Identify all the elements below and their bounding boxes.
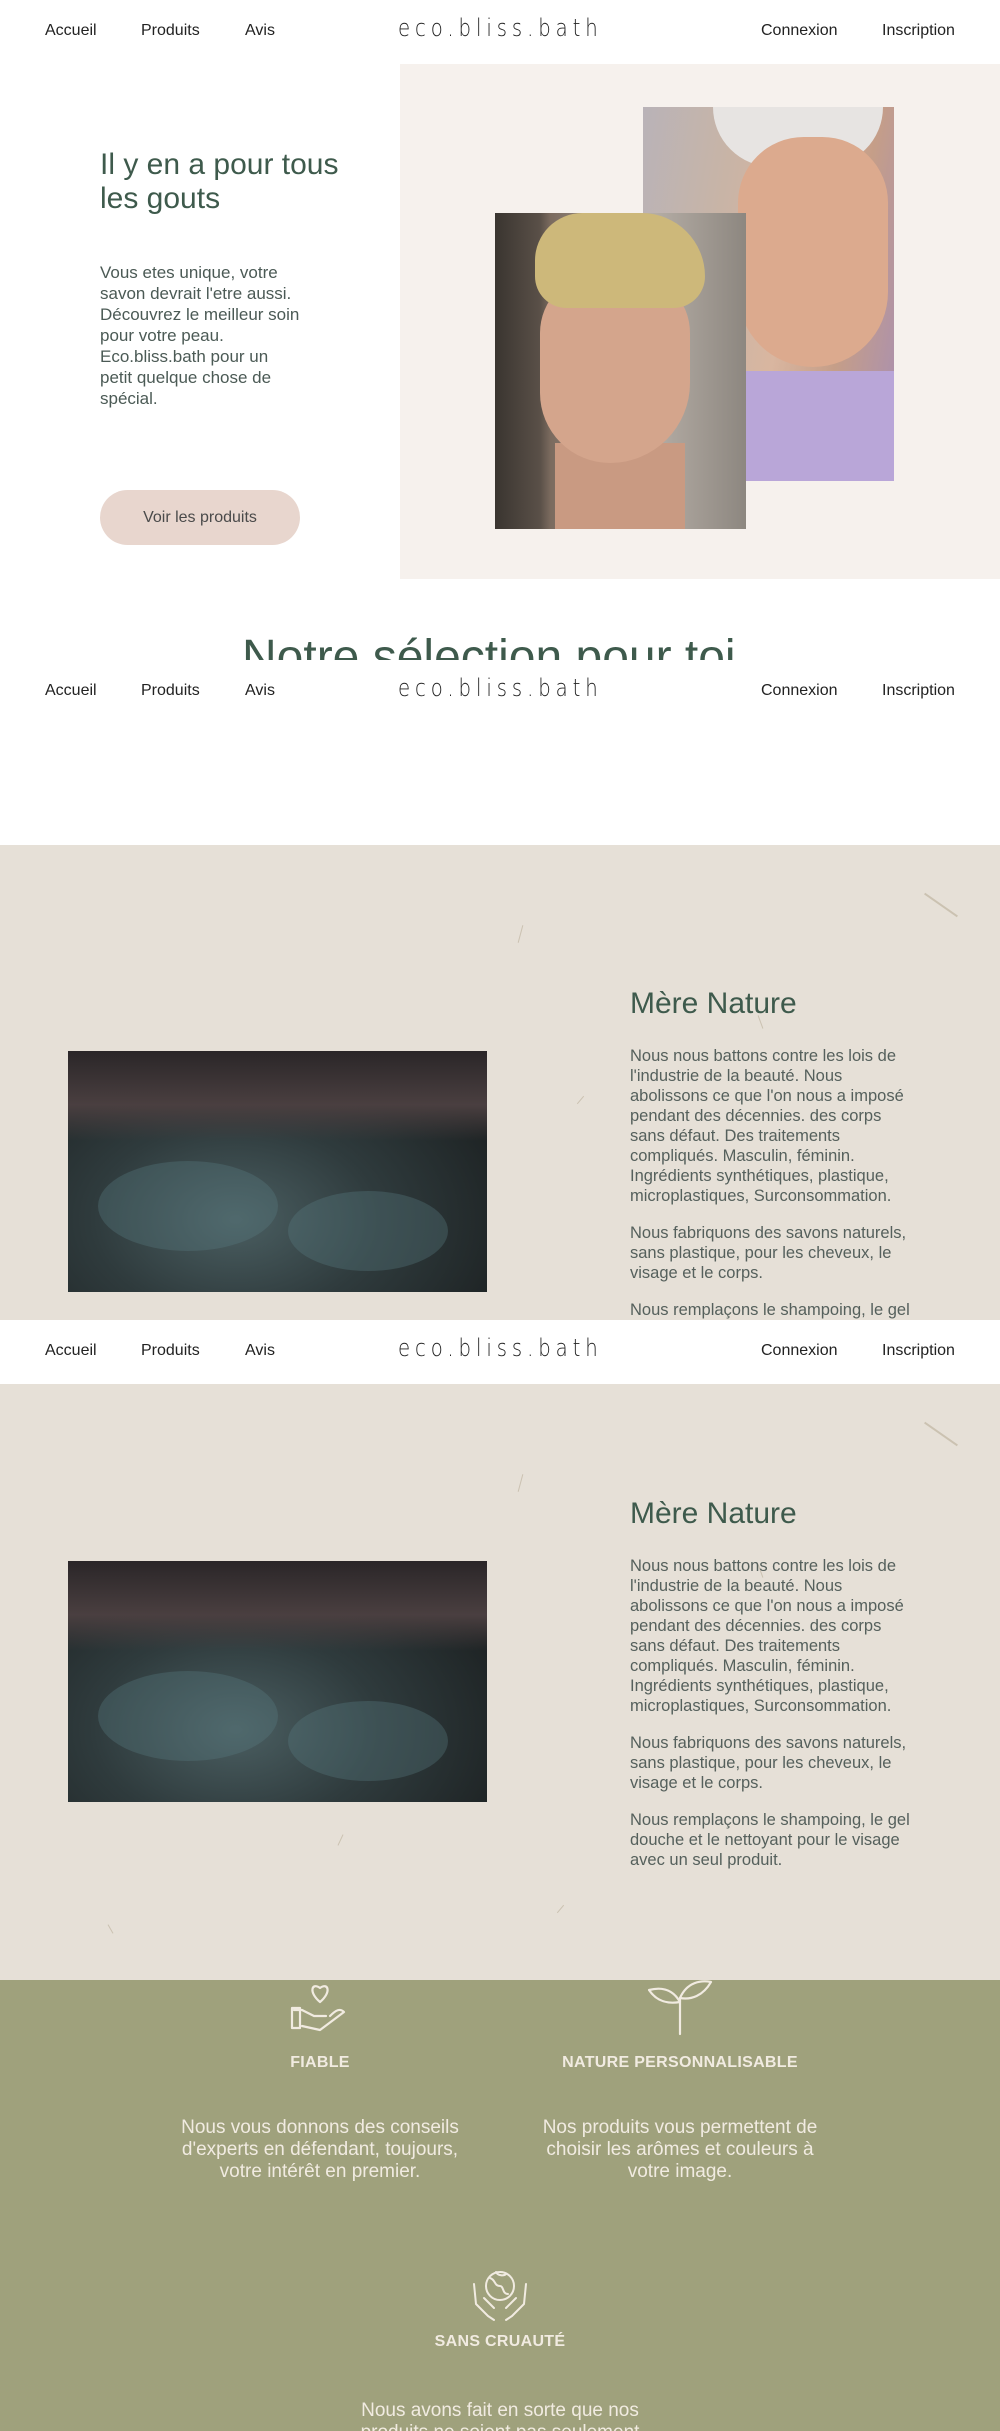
nature-paragraph-1: Nous nous battons contre les lois de l'i… bbox=[630, 1557, 904, 1715]
nav-link-inscription[interactable]: Inscription bbox=[882, 22, 955, 40]
value-title-cruaute: SANS CRUAUTÉ bbox=[434, 2333, 566, 2350]
stone-image bbox=[68, 1561, 487, 1802]
nav-link-avis[interactable]: Avis bbox=[245, 22, 275, 40]
value-title-fiable: FIABLE bbox=[290, 2054, 350, 2071]
nav-link-inscription[interactable]: Inscription bbox=[882, 1342, 955, 1360]
site-logo[interactable]: eco.bliss.bath bbox=[398, 14, 603, 42]
values-section: FIABLE NATURE PERSONNALISABLE Nous vous … bbox=[0, 1980, 1000, 2431]
nature-paragraph-2: Nous fabriquons des savons naturels, san… bbox=[630, 1734, 907, 1792]
nav-bar: Accueil Produits Avis eco.bliss.bath Con… bbox=[0, 660, 1000, 724]
nav-link-connexion[interactable]: Connexion bbox=[761, 22, 838, 40]
value-text-cruaute: Nous avons fait en sorte que nos produit… bbox=[361, 2400, 640, 2431]
nature-paragraph-3: Nous remplaçons le shampoing, le gel dou… bbox=[630, 1301, 910, 1319]
nav-link-connexion[interactable]: Connexion bbox=[761, 1342, 838, 1360]
nav-link-avis[interactable]: Avis bbox=[245, 682, 275, 700]
nature-paragraph-3: Nous remplaçons le shampoing, le gel dou… bbox=[630, 1811, 910, 1869]
site-logo[interactable]: eco.bliss.bath bbox=[398, 674, 603, 702]
hero-title: Il y en a pour tous les gouts bbox=[100, 148, 339, 215]
nav-link-produits[interactable]: Produits bbox=[141, 1342, 200, 1360]
nav-link-connexion[interactable]: Connexion bbox=[761, 682, 838, 700]
nav-link-accueil[interactable]: Accueil bbox=[45, 22, 97, 40]
hero-text: Vous etes unique, votre savon devrait l'… bbox=[100, 263, 300, 408]
nav-link-avis[interactable]: Avis bbox=[245, 1342, 275, 1360]
hand-heart-icon bbox=[290, 1985, 346, 2032]
nav-link-accueil[interactable]: Accueil bbox=[45, 1342, 97, 1360]
site-logo[interactable]: eco.bliss.bath bbox=[398, 1334, 603, 1362]
value-title-nature: NATURE PERSONNALISABLE bbox=[562, 2054, 798, 2071]
nature-paragraph-1: Nous nous battons contre les lois de l'i… bbox=[630, 1047, 904, 1205]
nature-paragraph-2: Nous fabriquons des savons naturels, san… bbox=[630, 1224, 907, 1282]
hands-earth-icon bbox=[473, 2271, 527, 2321]
nav-link-produits[interactable]: Produits bbox=[141, 22, 200, 40]
young-man-photo bbox=[495, 213, 746, 529]
nav-link-inscription[interactable]: Inscription bbox=[882, 682, 955, 700]
nav-link-accueil[interactable]: Accueil bbox=[45, 682, 97, 700]
selection-title: Notre sélection pour toi bbox=[242, 631, 736, 664]
value-text-fiable: Nous vous donnons des conseils d'experts… bbox=[181, 2117, 459, 2182]
nature-title: Mère Nature bbox=[630, 987, 797, 1020]
nav-bar: Accueil Produits Avis eco.bliss.bath Con… bbox=[0, 0, 1000, 64]
nature-title: Mère Nature bbox=[630, 1497, 797, 1530]
view-products-button[interactable]: Voir les produits bbox=[100, 490, 300, 545]
nav-bar: Accueil Produits Avis eco.bliss.bath Con… bbox=[0, 1320, 1000, 1384]
sprout-icon bbox=[647, 1980, 713, 2036]
value-text-nature: Nos produits vous permettent de choisir … bbox=[542, 2117, 818, 2182]
stone-image bbox=[68, 1051, 487, 1292]
nav-link-produits[interactable]: Produits bbox=[141, 682, 200, 700]
